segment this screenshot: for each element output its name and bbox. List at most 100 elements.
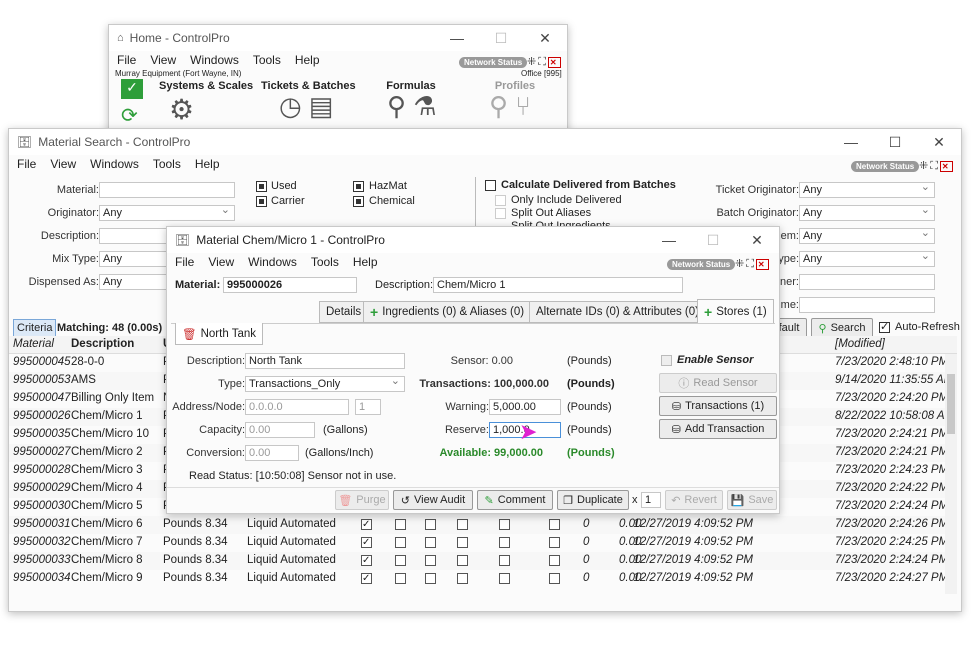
row-checkbox[interactable]	[457, 573, 468, 584]
row-checkbox[interactable]	[457, 555, 468, 566]
menu-file[interactable]: File	[17, 157, 36, 171]
menu-file[interactable]: File	[117, 53, 136, 67]
split-aliases-checkbox[interactable]	[495, 208, 506, 219]
chemical-checkbox[interactable]	[353, 196, 364, 207]
window-tools-icons[interactable]: ⁜⛶ ✕	[919, 159, 953, 173]
auto-refresh-checkbox[interactable]: ✓	[879, 321, 890, 333]
save-button[interactable]: 💾 Save	[727, 490, 777, 510]
originator-select[interactable]: Any	[99, 205, 235, 221]
description-input[interactable]	[99, 228, 169, 244]
menu-help[interactable]: Help	[195, 157, 220, 171]
network-status-badge[interactable]: Network Status	[851, 161, 920, 172]
row-checkbox[interactable]: ✓	[361, 555, 372, 566]
store-description-input[interactable]: North Tank	[245, 353, 405, 369]
item-select[interactable]: Any	[799, 228, 935, 244]
close-button[interactable]: ✕	[523, 30, 567, 47]
table-row[interactable]: 995000032 Chem/Micro 7 Pounds 8.34 Liquid A…	[9, 534, 957, 552]
row-checkbox[interactable]	[425, 519, 436, 530]
minimize-button[interactable]: —	[435, 30, 479, 47]
row-checkbox[interactable]	[499, 519, 510, 530]
material-number-field[interactable]: 995000026	[223, 277, 357, 293]
row-checkbox[interactable]	[457, 537, 468, 548]
owner-input[interactable]	[799, 274, 935, 290]
close-button[interactable]: ✕	[735, 232, 779, 249]
col-modified[interactable]: [Modified]	[835, 338, 885, 350]
row-checkbox[interactable]: ✓	[361, 519, 372, 530]
row-checkbox[interactable]	[395, 555, 406, 566]
menu-help[interactable]: Help	[353, 255, 378, 269]
hazmat-checkbox[interactable]	[353, 181, 364, 192]
menu-view[interactable]: View	[50, 157, 76, 171]
node-input[interactable]: 1	[355, 399, 381, 415]
maximize-button[interactable]: ☐	[479, 30, 523, 47]
warning-input[interactable]: 5,000.00	[489, 399, 561, 415]
duplicate-count-input[interactable]: 1	[641, 492, 661, 508]
row-checkbox[interactable]	[549, 519, 560, 530]
menu-view[interactable]: View	[150, 53, 176, 67]
description-field[interactable]: Chem/Micro 1	[433, 277, 683, 293]
tab-stores[interactable]: + Stores (1)	[697, 299, 774, 323]
row-checkbox[interactable]: ✓	[361, 573, 372, 584]
window-tools-icons[interactable]: ⁜⛶ ✕	[527, 55, 561, 69]
row-checkbox[interactable]	[395, 519, 406, 530]
criteria-tab[interactable]: Criteria	[13, 319, 57, 337]
menu-windows[interactable]: Windows	[190, 53, 239, 67]
menu-tools[interactable]: Tools	[311, 255, 339, 269]
section-systems-scales[interactable]: Systems & Scales	[159, 80, 253, 92]
row-checkbox[interactable]	[549, 555, 560, 566]
table-row[interactable]: 995000033 Chem/Micro 8 Pounds 8.34 Liquid A…	[9, 552, 957, 570]
transactions-button[interactable]: ⛁ Transactions (1)	[659, 396, 777, 416]
row-checkbox[interactable]	[425, 537, 436, 548]
enable-sensor-checkbox[interactable]	[661, 355, 672, 366]
capacity-input[interactable]: 0.00	[245, 422, 315, 438]
view-audit-button[interactable]: ↺ View Audit	[393, 490, 473, 510]
add-transaction-button[interactable]: ⛁ Add Transaction	[659, 419, 777, 439]
row-checkbox[interactable]	[395, 537, 406, 548]
used-checkbox[interactable]	[256, 181, 267, 192]
menu-help[interactable]: Help	[295, 53, 320, 67]
checkmark-icon[interactable]: ✓	[121, 79, 143, 99]
carrier-checkbox[interactable]	[256, 196, 267, 207]
row-checkbox[interactable]	[395, 573, 406, 584]
search-button[interactable]: ⚲ Search	[811, 318, 873, 338]
minimize-button[interactable]: —	[647, 232, 691, 249]
table-row[interactable]: 995000034 Chem/Micro 9 Pounds 8.34 Liquid A…	[9, 570, 957, 588]
conversion-input[interactable]: 0.00	[245, 445, 299, 461]
type-select[interactable]: Any	[799, 251, 935, 267]
tab-details[interactable]: Details	[319, 301, 369, 323]
tab-alternate-ids[interactable]: Alternate IDs (0) & Attributes (0)	[529, 301, 706, 323]
name-input[interactable]	[799, 297, 935, 313]
menu-windows[interactable]: Windows	[248, 255, 297, 269]
ticket-originator-select[interactable]: Any	[799, 182, 935, 198]
address-input[interactable]: 0.0.0.0	[245, 399, 349, 415]
material-input[interactable]	[99, 182, 235, 198]
store-tab-north-tank[interactable]: 🗑 North Tank	[175, 323, 264, 345]
col-material[interactable]: Material	[13, 338, 54, 350]
network-status-badge[interactable]: Network Status	[459, 57, 528, 68]
minimize-button[interactable]: —	[829, 134, 873, 151]
row-checkbox[interactable]	[457, 519, 468, 530]
maximize-button[interactable]: ☐	[873, 134, 917, 151]
dispensed-as-select[interactable]: Any	[99, 274, 169, 290]
row-checkbox[interactable]	[499, 573, 510, 584]
scrollbar-thumb[interactable]	[947, 374, 955, 434]
menu-tools[interactable]: Tools	[153, 157, 181, 171]
row-checkbox[interactable]: ✓	[361, 537, 372, 548]
comment-button[interactable]: ✎ Comment	[477, 490, 553, 510]
close-button[interactable]: ✕	[917, 134, 961, 151]
menu-view[interactable]: View	[208, 255, 234, 269]
duplicate-button[interactable]: ❐ Duplicate	[557, 490, 629, 510]
menu-windows[interactable]: Windows	[90, 157, 139, 171]
revert-button[interactable]: ↶ Revert	[665, 490, 723, 510]
only-delivered-checkbox[interactable]	[495, 195, 506, 206]
grid-scrollbar[interactable]	[945, 354, 957, 594]
maximize-button[interactable]: ☐	[691, 232, 735, 249]
row-checkbox[interactable]	[549, 537, 560, 548]
calc-delivered-checkbox[interactable]	[485, 180, 496, 191]
tab-ingredients-aliases[interactable]: + Ingredients (0) & Aliases (0)	[363, 301, 532, 323]
table-row[interactable]: 995000031 Chem/Micro 6 Pounds 8.34 Liquid A…	[9, 516, 957, 534]
row-checkbox[interactable]	[425, 555, 436, 566]
row-checkbox[interactable]	[499, 537, 510, 548]
refresh-icon[interactable]: ⟳	[121, 103, 138, 128]
row-checkbox[interactable]	[499, 555, 510, 566]
